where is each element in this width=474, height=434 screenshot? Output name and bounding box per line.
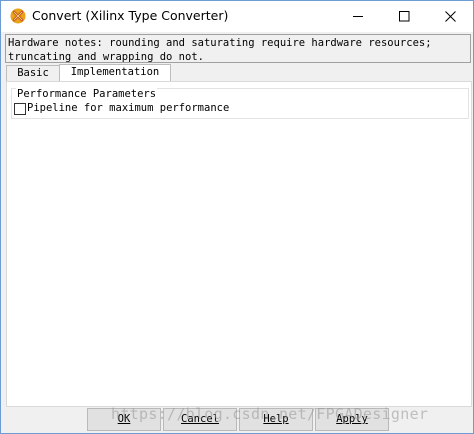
maximize-button[interactable] [381,1,427,32]
tab-basic[interactable]: Basic [6,65,60,81]
minimize-icon [353,16,363,17]
xilinx-logo-icon [10,8,26,24]
close-icon [445,11,456,22]
button-bar: OK Cancel Help Apply [1,406,473,433]
group-title: Performance Parameters [16,88,158,101]
dialog-window: Convert (Xilinx Type Converter) Hardware… [0,0,474,434]
tab-implementation[interactable]: Implementation [59,64,171,82]
performance-parameters-group: Performance Parameters Pipeline for maxi… [11,88,469,119]
help-button[interactable]: Help [239,408,313,431]
hardware-notes-box: Hardware notes: rounding and saturating … [5,34,471,63]
implementation-panel: Performance Parameters Pipeline for maxi… [6,81,472,407]
minimize-button[interactable] [335,1,381,32]
title-bar[interactable]: Convert (Xilinx Type Converter) [1,1,473,32]
pipeline-checkbox-label[interactable]: Pipeline for maximum performance [27,102,229,115]
ok-button[interactable]: OK [87,408,161,431]
window-title: Convert (Xilinx Type Converter) [32,8,229,23]
pipeline-checkbox[interactable] [14,103,26,115]
close-button[interactable] [427,1,473,32]
apply-button[interactable]: Apply [315,408,389,431]
maximize-icon [399,11,410,22]
cancel-button[interactable]: Cancel [163,408,237,431]
hardware-notes-text: Hardware notes: rounding and saturating … [8,37,438,63]
